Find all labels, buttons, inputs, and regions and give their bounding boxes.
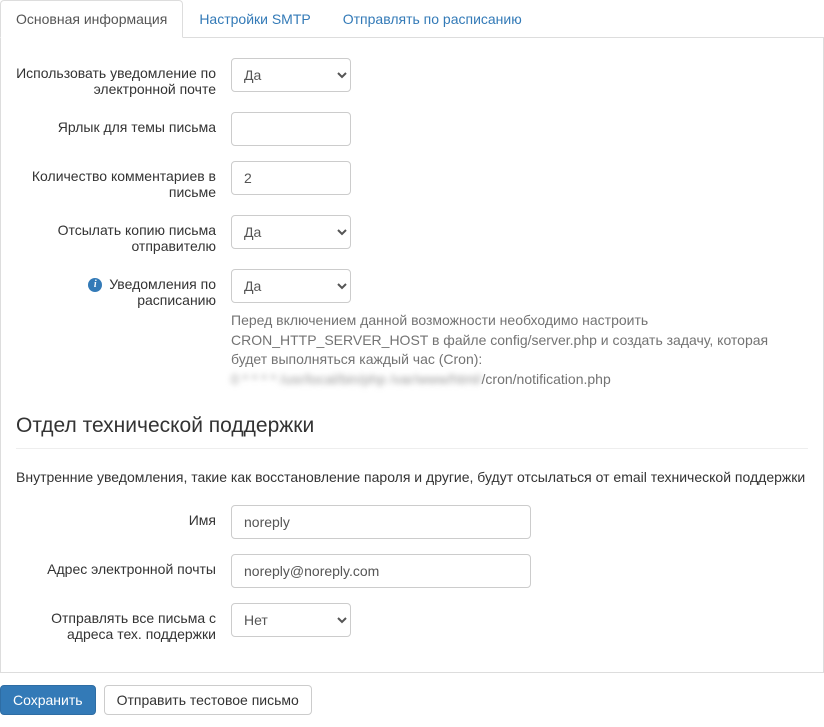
- label-use-email-notification: Использовать уведомление по электронной …: [16, 58, 231, 97]
- footer-actions: Сохранить Отправить тестовое письмо: [0, 673, 824, 727]
- label-scheduled-notifications: i Уведомления по расписанию: [16, 269, 231, 308]
- field-send-copy: Отсылать копию письма отправителю Да: [16, 215, 808, 254]
- field-send-all-from-support: Отправлять все письма с адреса тех. подд…: [16, 603, 808, 642]
- field-subject-label: Ярлык для темы письма: [16, 112, 808, 146]
- label-subject-label: Ярлык для темы письма: [16, 112, 231, 135]
- field-scheduled-notifications: i Уведомления по расписанию Да Перед вкл…: [16, 269, 808, 389]
- tab-main-info[interactable]: Основная информация: [0, 0, 183, 38]
- label-send-copy: Отсылать копию письма отправителю: [16, 215, 231, 254]
- field-support-email: Адрес электронной почты: [16, 554, 808, 588]
- label-support-name: Имя: [16, 505, 231, 528]
- field-use-email-notification: Использовать уведомление по электронной …: [16, 58, 808, 97]
- tab-smtp-settings[interactable]: Настройки SMTP: [183, 0, 326, 38]
- help-text-suffix: /cron/notification.php: [482, 371, 611, 387]
- tab-panel-main: Использовать уведомление по электронной …: [0, 38, 824, 673]
- send-test-button[interactable]: Отправить тестовое письмо: [104, 685, 312, 715]
- label-support-email: Адрес электронной почты: [16, 554, 231, 577]
- input-subject-label[interactable]: [231, 112, 351, 146]
- help-text-blurred: 0 * * * * /usr/local/bin/php /var/www/ht…: [231, 371, 482, 387]
- select-send-copy[interactable]: Да: [231, 215, 351, 249]
- label-send-all-from-support: Отправлять все письма с адреса тех. подд…: [16, 603, 231, 642]
- field-support-name: Имя: [16, 505, 808, 539]
- tabs: Основная информация Настройки SMTP Отпра…: [0, 0, 824, 38]
- select-use-email-notification[interactable]: Да: [231, 58, 351, 92]
- input-comments-count[interactable]: [231, 161, 351, 195]
- help-scheduled-notifications: Перед включением данной возможности необ…: [231, 311, 808, 389]
- label-scheduled-notifications-text: Уведомления по расписанию: [109, 276, 216, 308]
- info-icon: i: [88, 278, 102, 292]
- select-scheduled-notifications[interactable]: Да: [231, 269, 351, 303]
- heading-support-dept: Отдел технической поддержки: [16, 414, 808, 438]
- divider-support: [16, 448, 808, 449]
- save-button[interactable]: Сохранить: [0, 685, 96, 715]
- label-comments-count: Количество комментариев в письме: [16, 161, 231, 200]
- input-support-email[interactable]: [231, 554, 531, 588]
- tab-send-schedule[interactable]: Отправлять по расписанию: [327, 0, 538, 38]
- field-comments-count: Количество комментариев в письме: [16, 161, 808, 200]
- help-text-line1: Перед включением данной возможности необ…: [231, 312, 768, 367]
- input-support-name[interactable]: [231, 505, 531, 539]
- intro-support: Внутренние уведомления, такие как восста…: [16, 469, 808, 485]
- select-send-all-from-support[interactable]: Нет: [231, 603, 351, 637]
